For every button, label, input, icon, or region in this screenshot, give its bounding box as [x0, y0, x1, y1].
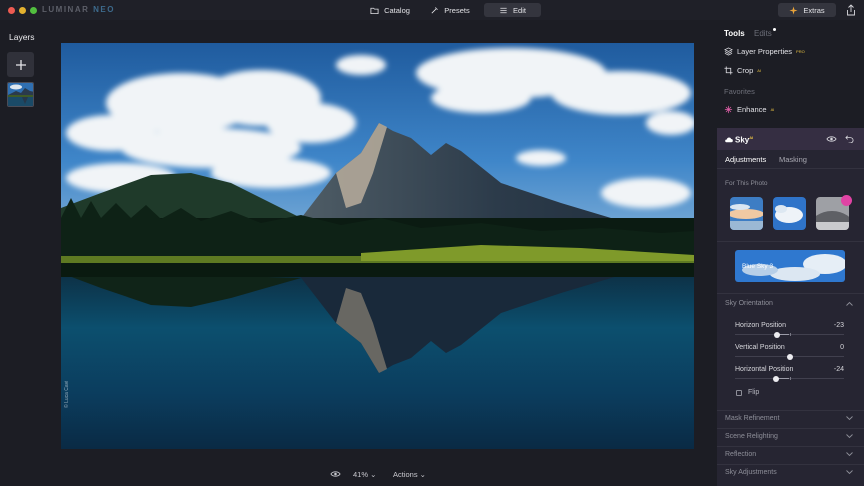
chevron-down-icon[interactable]	[846, 452, 853, 457]
for-this-photo-label: For This Photo	[725, 180, 768, 187]
flip-checkbox[interactable]	[736, 390, 742, 396]
sky-tool-title: SkyAI	[735, 135, 754, 145]
crop-label: Crop	[737, 66, 754, 75]
divider	[717, 410, 864, 411]
enhance-label: Enhance	[737, 105, 767, 114]
actions-dropdown[interactable]: Actions ⌄	[393, 470, 426, 479]
section-header-sky-adjustments[interactable]: Sky Adjustments	[725, 469, 777, 476]
divider	[717, 241, 864, 242]
sky-preset-1[interactable]	[730, 197, 763, 230]
slider-knob[interactable]	[773, 375, 780, 382]
extras-label: Extras	[803, 5, 825, 15]
landscape-photo	[61, 43, 694, 449]
layer-thumbnail-image	[8, 83, 33, 106]
ai-badge: AI	[770, 107, 775, 112]
chevron-up-icon[interactable]	[846, 301, 853, 306]
sky-preset-1-image	[730, 197, 763, 230]
minimize-window-button[interactable]	[19, 7, 26, 14]
chevron-down-icon[interactable]	[846, 470, 853, 475]
folder-icon	[370, 7, 379, 14]
photo-canvas[interactable]	[61, 43, 694, 449]
sparkle-icon	[789, 5, 798, 15]
flip-label: Flip	[748, 389, 760, 396]
divider	[717, 293, 864, 294]
adjustments-subtab[interactable]: Adjustments	[725, 155, 766, 164]
slider-center-tick	[789, 333, 791, 336]
chevron-down-icon[interactable]	[846, 434, 853, 439]
crop-tool[interactable]: Crop AI	[724, 66, 761, 75]
catalog-tab[interactable]: Catalog	[364, 3, 416, 17]
enhance-sparkle-icon	[724, 105, 733, 114]
section-header-scene-relighting[interactable]: Scene Relighting	[725, 433, 778, 440]
favorites-label: Favorites	[724, 87, 755, 96]
divider	[717, 428, 864, 429]
sky-orientation-header[interactable]: Sky Orientation	[725, 300, 773, 307]
masking-subtab[interactable]: Masking	[779, 155, 807, 164]
magic-wand-icon	[431, 6, 438, 13]
shop-badge-icon[interactable]	[841, 195, 852, 206]
crop-icon	[724, 66, 733, 75]
layer-thumbnail[interactable]	[7, 82, 34, 107]
slider-label: Horizontal Position	[735, 366, 794, 373]
divider	[717, 168, 864, 169]
layers-icon	[724, 47, 733, 56]
edit-tab[interactable]: Edit	[484, 3, 541, 17]
layers-title: Layers	[9, 32, 35, 42]
ai-badge: AI	[757, 68, 762, 73]
title-bar: LUMINAR NEO Catalog Presets Edit Extras	[0, 0, 864, 20]
extras-button[interactable]: Extras	[778, 3, 836, 17]
chevron-down-icon[interactable]	[846, 416, 853, 421]
add-layer-button[interactable]	[7, 52, 34, 77]
slider-knob[interactable]	[786, 353, 793, 360]
edits-tab[interactable]: Edits	[754, 29, 772, 38]
layer-properties-label: Layer Properties	[737, 47, 793, 56]
zoom-dropdown[interactable]: 41% ⌄	[353, 470, 376, 479]
section-header-reflection[interactable]: Reflection	[725, 451, 756, 458]
pro-badge: PRO	[796, 49, 805, 54]
slider-label: Vertical Position	[735, 344, 785, 351]
selected-sky-label: Blue Sky 3	[742, 263, 774, 270]
plus-icon	[15, 59, 26, 70]
slider-knob[interactable]	[773, 331, 780, 338]
slider-label: Horizon Position	[735, 322, 786, 329]
slider-value: -24	[833, 366, 844, 373]
zoom-window-button[interactable]	[30, 7, 37, 14]
photo-credit: © Luca Cavi	[64, 380, 70, 408]
app-logo: LUMINAR NEO	[42, 5, 115, 14]
close-window-button[interactable]	[8, 7, 15, 14]
sky-preset-2-image	[773, 197, 806, 230]
layer-properties-tool[interactable]: Layer Properties PRO	[724, 47, 805, 56]
visibility-eye-icon[interactable]	[826, 135, 837, 143]
tools-tab[interactable]: Tools	[724, 29, 745, 38]
presets-tab-label: Presets	[444, 5, 470, 15]
divider	[717, 464, 864, 465]
enhance-tool[interactable]: Enhance AI	[724, 105, 774, 114]
sliders-icon	[500, 7, 507, 13]
slider-center-tick	[789, 377, 791, 380]
presets-tab[interactable]: Presets	[425, 3, 475, 17]
share-icon[interactable]	[846, 4, 856, 16]
section-header-mask-refinement[interactable]: Mask Refinement	[725, 415, 779, 422]
catalog-tab-label: Catalog	[384, 5, 410, 15]
ai-badge: AI	[749, 135, 754, 140]
sky-preset-2[interactable]	[773, 197, 806, 230]
slider-value: -23	[833, 322, 844, 329]
reset-undo-icon[interactable]	[845, 134, 854, 143]
divider	[717, 446, 864, 447]
slider-value: 0	[840, 344, 844, 351]
eye-icon[interactable]	[330, 470, 341, 478]
edits-indicator-dot	[773, 28, 776, 31]
edit-tab-label: Edit	[513, 5, 526, 15]
cloud-icon	[725, 137, 733, 143]
